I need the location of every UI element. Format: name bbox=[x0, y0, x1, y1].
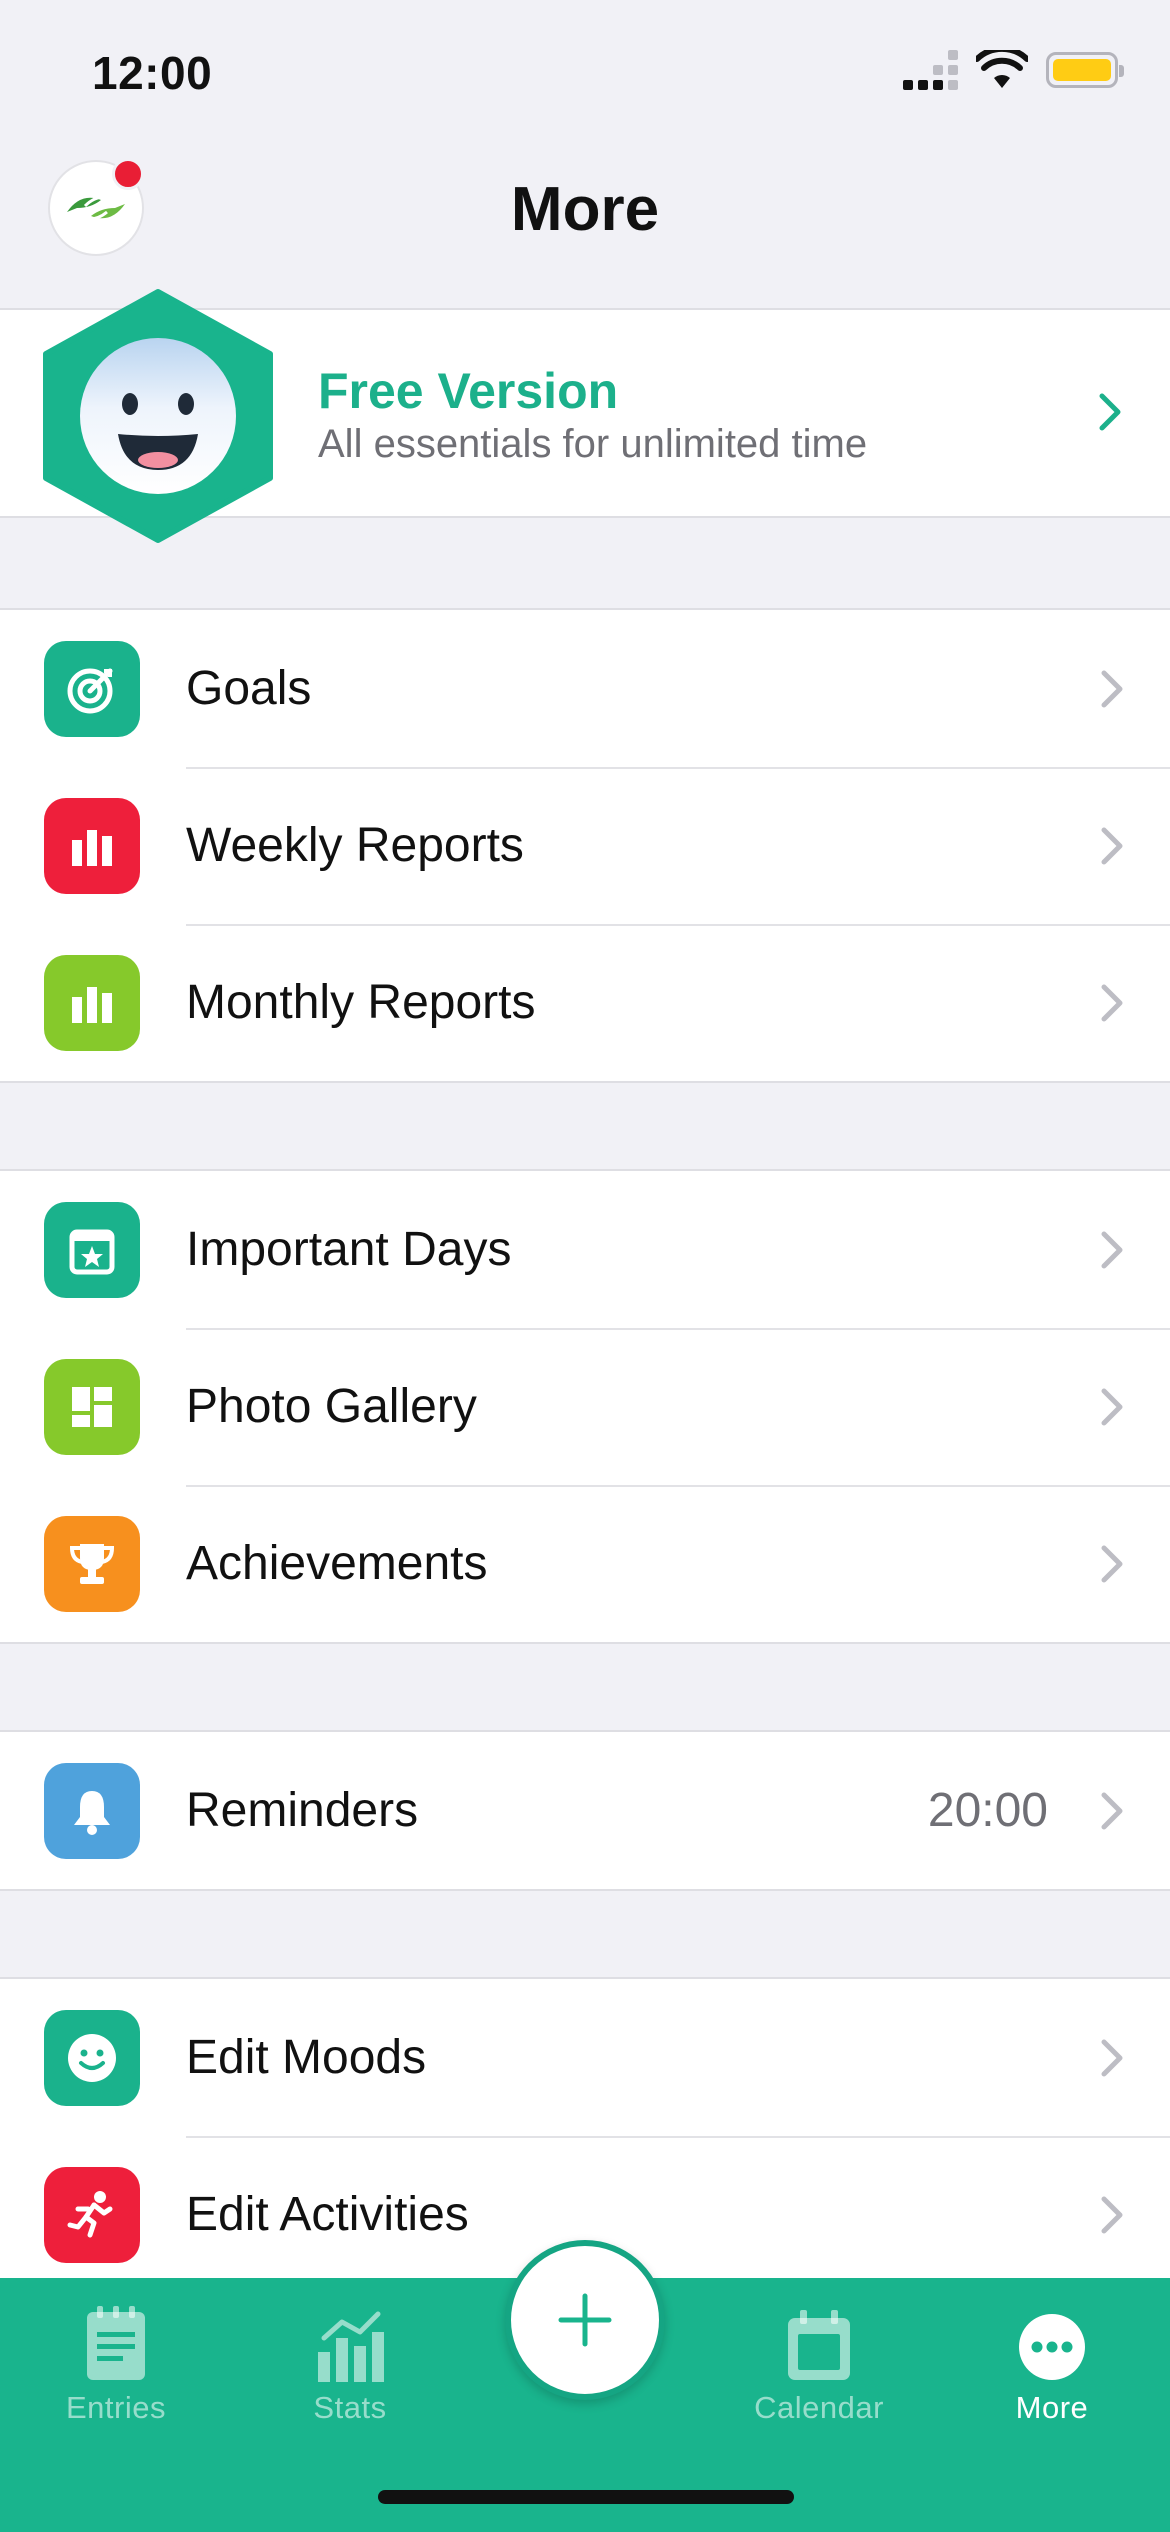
stats-icon bbox=[318, 2311, 384, 2382]
menu-row-goals[interactable]: Goals bbox=[0, 610, 1170, 767]
menu-row-label: Achievements bbox=[186, 1537, 488, 1590]
menu-row-label: Goals bbox=[186, 662, 312, 715]
tab-stats[interactable]: Stats bbox=[250, 2298, 450, 2426]
gallery-grid-icon bbox=[44, 1358, 140, 1455]
nav-header: More bbox=[0, 150, 1170, 308]
free-version-card[interactable]: Free Version All essentials for unlimite… bbox=[0, 289, 1170, 543]
mood-face-hexagon-icon bbox=[43, 289, 273, 543]
calendar-star-icon bbox=[44, 1201, 140, 1298]
menu-row-achievements[interactable]: Achievements bbox=[0, 1485, 1170, 1642]
add-entry-button[interactable] bbox=[505, 2240, 665, 2400]
tab-calendar[interactable]: Calendar bbox=[719, 2298, 919, 2426]
page-title: More bbox=[510, 175, 660, 244]
menu-row-edit-moods[interactable]: Edit Moods bbox=[0, 1979, 1170, 2136]
premium-subtitle: All essentials for unlimited time bbox=[318, 422, 868, 466]
tab-label: Stats bbox=[313, 2390, 387, 2425]
cellular-signal-icon bbox=[903, 50, 958, 90]
menu-row-important-days[interactable]: Important Days bbox=[0, 1171, 1170, 1328]
wifi-icon bbox=[976, 50, 1028, 88]
bar-chart-icon bbox=[44, 797, 140, 894]
menu-row-reminders[interactable]: Reminders 20:00 bbox=[0, 1732, 1170, 1889]
menu-row-label: Monthly Reports bbox=[186, 976, 536, 1029]
menu-row-monthly-reports[interactable]: Monthly Reports bbox=[0, 924, 1170, 1081]
chevron-right-icon bbox=[1101, 2196, 1123, 2233]
smiley-icon bbox=[44, 2009, 140, 2106]
tab-label: Calendar bbox=[754, 2390, 884, 2425]
chevron-right-icon bbox=[1101, 1545, 1123, 1582]
menu-row-label: Edit Moods bbox=[186, 2031, 427, 2084]
menu-row-weekly-reports[interactable]: Weekly Reports bbox=[0, 767, 1170, 924]
menu-row-label: Reminders bbox=[186, 1784, 419, 1837]
menu-row-label: Important Days bbox=[186, 1223, 512, 1276]
tab-entries[interactable]: Entries bbox=[16, 2298, 216, 2426]
chevron-right-icon bbox=[1101, 1231, 1123, 1268]
chevron-right-icon bbox=[1101, 670, 1123, 707]
calendar-icon bbox=[788, 2310, 850, 2380]
tab-label: Entries bbox=[66, 2390, 166, 2425]
menu-row-label: Photo Gallery bbox=[186, 1380, 477, 1433]
entries-icon bbox=[87, 2306, 145, 2380]
tab-label: More bbox=[1015, 2390, 1089, 2425]
chevron-right-icon bbox=[1101, 1388, 1123, 1425]
memories-group: Important Days Photo Gallery Achievement… bbox=[0, 1169, 1170, 1644]
chevron-right-icon bbox=[1099, 393, 1121, 431]
status-time: 12:00 bbox=[92, 47, 213, 99]
chevron-right-icon bbox=[1101, 1792, 1123, 1829]
premium-title: Free Version bbox=[318, 363, 619, 419]
plus-icon bbox=[558, 2293, 612, 2347]
tab-more[interactable]: More bbox=[952, 2298, 1152, 2426]
menu-row-label: Weekly Reports bbox=[186, 819, 524, 872]
target-icon bbox=[44, 640, 140, 737]
reminder-time-value: 20:00 bbox=[927, 1784, 1048, 1837]
menu-row-label: Edit Activities bbox=[186, 2188, 469, 2241]
chevron-right-icon bbox=[1101, 827, 1123, 864]
home-indicator bbox=[378, 2490, 794, 2504]
status-bar: 12:00 bbox=[0, 0, 1170, 150]
reminders-group: Reminders 20:00 bbox=[0, 1730, 1170, 1891]
chevron-right-icon bbox=[1101, 2039, 1123, 2076]
bell-icon bbox=[44, 1762, 140, 1859]
chevron-right-icon bbox=[1101, 984, 1123, 1021]
more-dots-icon bbox=[1019, 2314, 1085, 2380]
menu-row-photo-gallery[interactable]: Photo Gallery bbox=[0, 1328, 1170, 1485]
bar-chart-icon bbox=[44, 954, 140, 1051]
running-icon bbox=[44, 2166, 140, 2263]
trophy-icon bbox=[44, 1515, 140, 1612]
reports-group: Goals Weekly Reports Monthly Reports bbox=[0, 608, 1170, 1083]
battery-icon bbox=[1046, 52, 1124, 88]
status-icons bbox=[903, 50, 1124, 90]
